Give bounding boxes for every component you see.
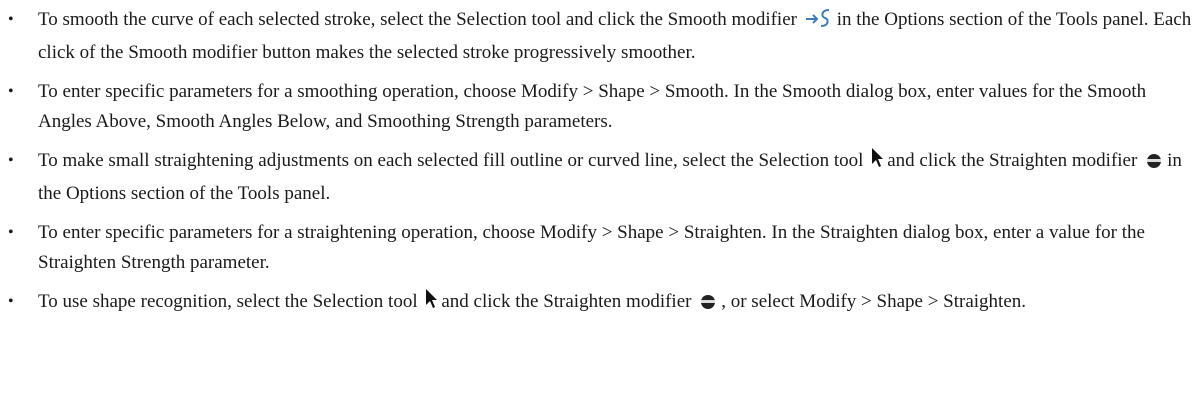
- smooth-modifier-icon: [804, 8, 834, 38]
- list-item-shape-recognition: • To use shape recognition, select the S…: [0, 287, 1201, 320]
- bullet: •: [8, 83, 14, 100]
- bullet: •: [8, 293, 14, 310]
- list-item-straighten-modifier: • To make small straightening adjustment…: [0, 146, 1201, 209]
- list-item-smooth-modifier: • To smooth the curve of each selected s…: [0, 5, 1201, 68]
- straighten-modifier-icon: [698, 290, 718, 320]
- instruction-list: • To smooth the curve of each selected s…: [0, 0, 1201, 329]
- bullet: •: [8, 11, 14, 28]
- list-item-straighten-dialog: • To enter specific parameters for a str…: [0, 218, 1201, 278]
- item-text: To make small straightening adjustments …: [38, 150, 864, 171]
- bullet: •: [8, 224, 14, 241]
- item-text: To smooth the curve of each selected str…: [38, 9, 797, 30]
- selection-arrow-icon: [870, 147, 884, 179]
- item-text: To enter specific parameters for a strai…: [38, 222, 1145, 273]
- list-item-smooth-dialog: • To enter specific parameters for a smo…: [0, 77, 1201, 137]
- item-text: To enter specific parameters for a smoot…: [38, 81, 1147, 132]
- item-text: To use shape recognition, select the Sel…: [38, 291, 418, 312]
- straighten-modifier-icon: [1144, 149, 1164, 179]
- selection-arrow-icon: [424, 288, 438, 320]
- item-text-continued: and click the Straighten modifier: [887, 150, 1138, 171]
- bullet: •: [8, 152, 14, 169]
- item-text-end: , or select Modify > Shape > Straighten.: [721, 291, 1027, 312]
- item-text-continued: and click the Straighten modifier: [441, 291, 692, 312]
